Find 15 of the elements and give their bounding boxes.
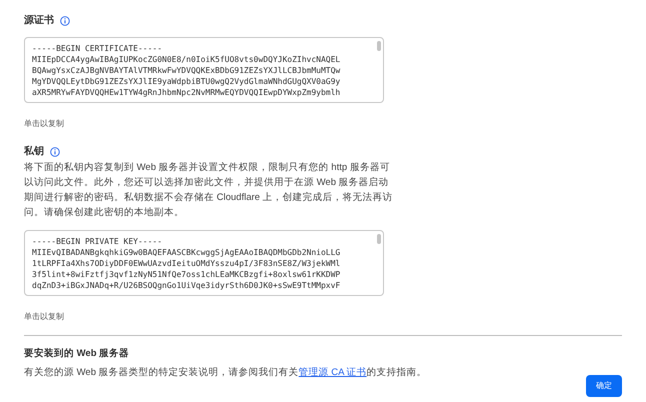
section-title: 要安装到的 Web 服务器: [24, 347, 130, 361]
info-icon[interactable]: [60, 16, 70, 26]
private-key-field[interactable]: -----BEGIN PRIVATE KEY----- MIIEvQIBADANBgkqhkiG9w0BAQEFAASCBKcwggSjAgEAAoIBAQDMbGDb2NnioLLG 1tLRPFIa4Xhs7ODiyDDF0EWwUAzvdIeituOMdYsszu4pI/3F83nSE8Z/W3jekWMl 3f5lint+8wiFztfj3qvf1zNyN51NfQe7oss1chLEaMKCBzgfi+8oxlsw61rKKDWP dqZnD3+iBGxJNADq+R/U26BSOQgnGo1UiVqe3idyrSth6D0JK0+sSwE9TtMMpxvF: [24, 230, 384, 296]
copy-hint[interactable]: 单击以复制: [24, 118, 64, 130]
certificate-field[interactable]: -----BEGIN CERTIFICATE----- MIIEpDCCA4ygAwIBAgIUPKocZG0N0E8/n0IoiK5fUO8vts0wDQYJKoZIhvcNAQEL BQAwgYsxCzAJBgNVBAYTAlVTMRkwFwYDVQQKExBDbG91ZEZsYXJlLCBJbmMuMTQw MgYDVQQLEytDbG91ZEZsYXJlIE9yaWdpbiBTU0wgQ2VydGlmaWNhdGUgQXV0aG9y aXR5MRYwFAYDVQQHEw1TYW4gRnJhbmNpc2NvMRMwEQYDVQQIEwpDYWxpZm9ybmlh: [24, 37, 384, 103]
guide-link[interactable]: 管理源 CA 证书: [298, 367, 367, 378]
section-title: 源证书: [24, 14, 54, 28]
private-key-description: 将下面的私钥内容复制到 Web 服务器并设置文件权限，限制只有您的 http 服务器可以访问此文件。此外，您还可以选择加密此文件，并提供用于在源 Web 服务器启动期间进行解密的密码。私钥数据不会存储在 Cloudflare 上，创建完成后，将无法再访问。请确保创建此密钥的本地副本。: [24, 161, 394, 220]
section-title: 私钥: [24, 144, 44, 159]
info-icon[interactable]: [50, 146, 60, 156]
install-guide-text: 有关您的源 Web 服务器类型的特定安装说明，请参阅我们有关管理源 CA 证书的支持指南。: [24, 366, 428, 380]
scroll-thumb[interactable]: [377, 41, 381, 51]
copy-hint[interactable]: 单击以复制: [24, 311, 64, 323]
scroll-thumb[interactable]: [377, 234, 381, 244]
confirm-button[interactable]: 确定: [586, 374, 622, 396]
